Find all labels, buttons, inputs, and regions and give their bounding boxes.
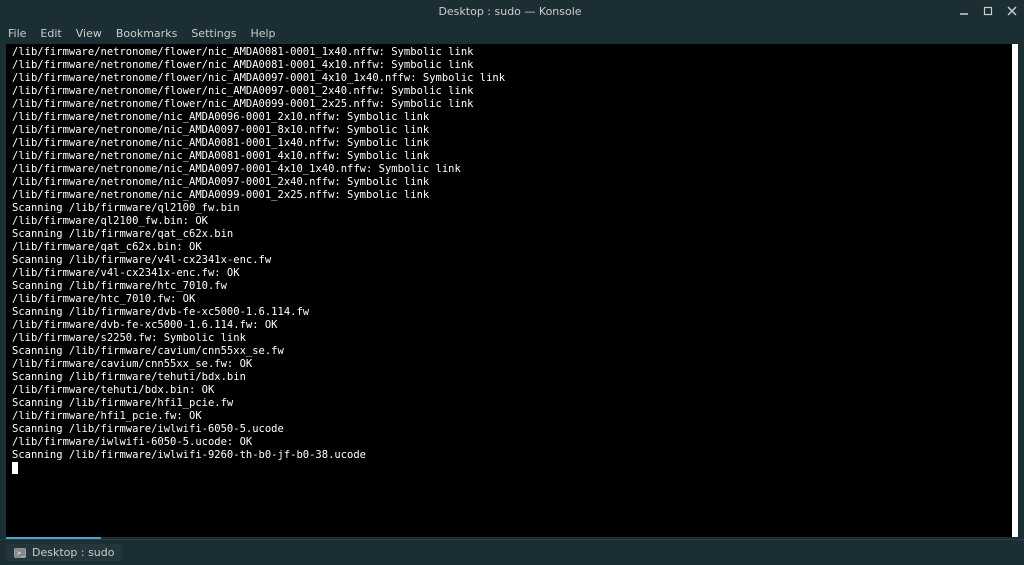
terminal-line: /lib/firmware/netronome/nic_AMDA0097-000… [12,124,1006,137]
terminal-line: /lib/firmware/netronome/flower/nic_AMDA0… [12,59,1006,72]
terminal-line: Scanning /lib/firmware/hfi1_pcie.fw [12,397,1006,410]
tab-desktop-sudo[interactable]: >_ Desktop : sudo [6,544,122,561]
menu-settings[interactable]: Settings [191,27,236,40]
terminal-line: Scanning /lib/firmware/htc_7010.fw [12,280,1006,293]
titlebar[interactable]: Desktop : sudo — Konsole [0,0,1024,22]
terminal-line: Scanning /lib/firmware/tehuti/bdx.bin [12,371,1006,384]
maximize-button[interactable] [980,3,996,19]
terminal-line: Scanning /lib/firmware/v4l-cx2341x-enc.f… [12,254,1006,267]
terminal-output: /lib/firmware/netronome/flower/nic_AMDA0… [12,46,1006,475]
tab-label: Desktop : sudo [32,546,114,559]
terminal-line: /lib/firmware/netronome/nic_AMDA0097-000… [12,163,1006,176]
terminal-line: /lib/firmware/iwlwifi-6050-5.ucode: OK [12,436,1006,449]
close-button[interactable] [1004,3,1020,19]
terminal-line: Scanning /lib/firmware/iwlwifi-9260-th-b… [12,449,1006,462]
terminal-line: /lib/firmware/netronome/nic_AMDA0096-000… [12,111,1006,124]
terminal-line: Scanning /lib/firmware/qat_c62x.bin [12,228,1006,241]
window-title: Desktop : sudo — Konsole [64,5,956,18]
terminal-line: /lib/firmware/dvb-fe-xc5000-1.6.114.fw: … [12,319,1006,332]
terminal-line: /lib/firmware/s2250.fw: Symbolic link [12,332,1006,345]
menu-help[interactable]: Help [250,27,275,40]
terminal-line: /lib/firmware/netronome/nic_AMDA0099-000… [12,189,1006,202]
terminal-line: Scanning /lib/firmware/iwlwifi-6050-5.uc… [12,423,1006,436]
menu-edit[interactable]: Edit [40,27,61,40]
terminal-icon: >_ [14,547,26,559]
terminal-line: /lib/firmware/netronome/nic_AMDA0097-000… [12,176,1006,189]
terminal-line: Scanning /lib/firmware/cavium/cnn55xx_se… [12,345,1006,358]
terminal-line: /lib/firmware/hfi1_pcie.fw: OK [12,410,1006,423]
terminal-line: /lib/firmware/netronome/flower/nic_AMDA0… [12,98,1006,111]
terminal-line: /lib/firmware/htc_7010.fw: OK [12,293,1006,306]
terminal-cursor-line [12,462,1006,475]
terminal-line: /lib/firmware/cavium/cnn55xx_se.fw: OK [12,358,1006,371]
terminal-line: /lib/firmware/v4l-cx2341x-enc.fw: OK [12,267,1006,280]
terminal-line: /lib/firmware/tehuti/bdx.bin: OK [12,384,1006,397]
konsole-window: Desktop : sudo — Konsole File Edit View … [0,0,1024,565]
terminal-line: /lib/firmware/netronome/flower/nic_AMDA0… [12,72,1006,85]
minimize-button[interactable] [956,3,972,19]
tab-bar: >_ Desktop : sudo [0,539,1024,565]
terminal-line: /lib/firmware/ql2100_fw.bin: OK [12,215,1006,228]
menu-view[interactable]: View [76,27,102,40]
terminal-line: /lib/firmware/netronome/nic_AMDA0081-000… [12,150,1006,163]
menu-file[interactable]: File [8,27,26,40]
terminal-line: Scanning /lib/firmware/ql2100_fw.bin [12,202,1006,215]
terminal-viewport[interactable]: /lib/firmware/netronome/flower/nic_AMDA0… [6,44,1018,537]
terminal-line: /lib/firmware/netronome/flower/nic_AMDA0… [12,46,1006,59]
svg-text:>_: >_ [17,550,26,557]
cursor [12,462,18,474]
terminal-line: /lib/firmware/netronome/nic_AMDA0081-000… [12,137,1006,150]
terminal-line: /lib/firmware/qat_c62x.bin: OK [12,241,1006,254]
terminal-line: Scanning /lib/firmware/dvb-fe-xc5000-1.6… [12,306,1006,319]
terminal-line: /lib/firmware/netronome/flower/nic_AMDA0… [12,85,1006,98]
menubar: File Edit View Bookmarks Settings Help [0,22,1024,44]
window-controls [956,3,1020,19]
menu-bookmarks[interactable]: Bookmarks [116,27,177,40]
